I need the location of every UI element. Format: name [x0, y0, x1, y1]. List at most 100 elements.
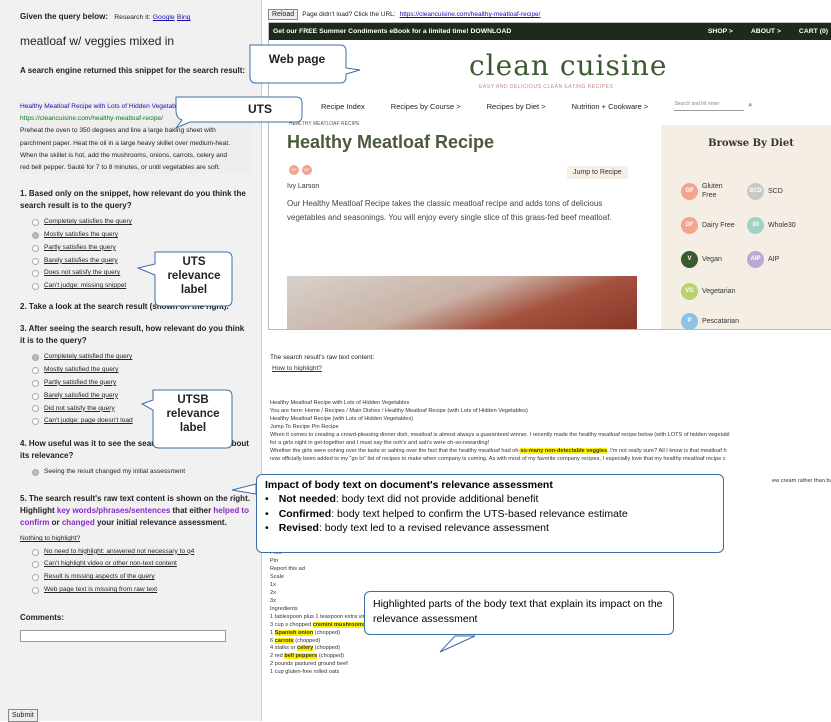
radio-button[interactable]	[32, 418, 39, 426]
google-link[interactable]: Google	[153, 14, 175, 21]
diet-badge-icon: P	[681, 313, 698, 329]
radio-button-selected[interactable]	[32, 354, 39, 362]
jump-to-recipe-button[interactable]: Jump to Recipe	[567, 166, 628, 179]
radio-button[interactable]	[32, 379, 39, 387]
radio-button-selected[interactable]	[32, 469, 39, 477]
highlighted-phrase: Spanish onion	[274, 629, 314, 636]
radio-button[interactable]	[32, 561, 39, 569]
promo-banner: Get our FREE Summer Condiments eBook for…	[269, 23, 831, 40]
diet-badge-icon: VG	[681, 283, 698, 300]
raw-text-label: The search result's raw text content:	[270, 354, 375, 361]
raw-line: Report this ad	[270, 566, 305, 573]
shop-link[interactable]: SHOP >	[708, 28, 733, 35]
diet-dairy-free[interactable]: DF Dairy Free	[681, 217, 735, 234]
diet-label: AIP	[768, 256, 780, 263]
radio-button[interactable]	[32, 392, 39, 400]
radio-button[interactable]	[32, 405, 39, 413]
diet-badge-icon: AIP	[747, 251, 764, 268]
highlighted-phrase: carrots	[274, 637, 294, 644]
comments-label: Comments:	[20, 612, 65, 622]
snippet-line: red bell pepper. Sauté for 7 to 8 minute…	[20, 163, 221, 171]
radio-button-selected[interactable]	[32, 231, 39, 239]
highlighted-phrase: celery	[297, 645, 314, 652]
nav-recipes-by-diet[interactable]: Recipes by Diet >	[487, 102, 546, 111]
diet-label: Pescatarian	[702, 318, 739, 325]
q3-option[interactable]: Mostly satisfied the query	[20, 364, 251, 377]
how-to-highlight-link[interactable]: How to highlight?	[272, 365, 322, 372]
q5-keywords: key words/phrases/sentences	[56, 506, 171, 516]
diet-whole30[interactable]: 30 Whole30	[747, 217, 796, 234]
gluten-free-tag[interactable]: GF	[289, 165, 299, 175]
search-icon[interactable]: ⌕	[748, 102, 752, 110]
recipe-title: Healthy Meatloaf Recipe	[287, 132, 495, 152]
q4-option[interactable]: Seeing the result changed my initial ass…	[20, 466, 251, 479]
given-query-line: Given the query below: Research it: Goog…	[20, 12, 251, 23]
q1-option[interactable]: Mostly satisfies the query	[20, 229, 251, 242]
impact-item: • Not needed: body text did not provide a…	[265, 493, 539, 506]
nav-recipes-by-course[interactable]: Recipes by Course >	[391, 102, 461, 111]
q5-options: No need to highlight: answered not neces…	[20, 546, 251, 597]
diet-gluten-free[interactable]: GF Gluten Free	[681, 183, 732, 200]
snippet-title[interactable]: Healthy Meatloaf Recipe with Lots of Hid…	[20, 101, 251, 113]
q3-option[interactable]: Completely satisfied the query	[20, 351, 251, 364]
given-label: Given the query below:	[20, 12, 109, 21]
diet-pescatarian[interactable]: P Pescatarian	[681, 313, 739, 329]
about-link[interactable]: ABOUT >	[751, 28, 781, 35]
submit-button[interactable]: Submit	[8, 709, 38, 722]
q5-option[interactable]: No need to highlight: answered not neces…	[20, 546, 251, 559]
radio-button[interactable]	[32, 587, 39, 595]
diet-vegan[interactable]: V Vegan	[681, 251, 722, 268]
nav-nutrition-cookware[interactable]: Nutrition + Cookware >	[572, 102, 649, 111]
raw-line: for a girls night in get-together and I …	[270, 439, 490, 446]
browse-title: Browse By Diet	[708, 138, 794, 149]
author-name[interactable]: Ivy Larson	[287, 183, 319, 190]
q3-option[interactable]: Partly satisfied the query	[20, 377, 251, 390]
diet-label: Dairy Free	[702, 222, 735, 229]
result-url-link[interactable]: https://cleancuisine.com/healthy-meatloa…	[400, 11, 541, 18]
diet-scd[interactable]: SCD SCD	[747, 183, 783, 200]
diet-badge-icon: SCD	[747, 183, 764, 200]
ingredient-line: 2 pounds pastured ground beef	[270, 661, 348, 668]
promo-text[interactable]: Get our FREE Summer Condiments eBook for…	[273, 28, 511, 35]
radio-button[interactable]	[32, 574, 39, 582]
radio-button[interactable]	[32, 219, 39, 227]
q1-option[interactable]: Partly satisfies the query	[20, 242, 251, 255]
question-2: 2. Take a look at the search result (sho…	[20, 302, 229, 312]
radio-button[interactable]	[32, 283, 39, 291]
question-3: 3. After seeing the search result, how r…	[20, 324, 245, 346]
query-text: meatloaf w/ veggies mixed in	[20, 33, 175, 48]
diet-label: Vegan	[702, 256, 722, 263]
diet-label: Gluten Free	[702, 183, 723, 199]
diet-tags: GF DF	[289, 165, 312, 175]
q5-option[interactable]: Can't highlight video or other non-text …	[20, 558, 251, 571]
q1-option[interactable]: Completely satisfies the query	[20, 216, 251, 229]
uts-callout: UTS	[248, 102, 272, 116]
radio-button[interactable]	[32, 366, 39, 374]
radio-button[interactable]	[32, 244, 39, 252]
diet-badge-icon: GF	[681, 183, 698, 200]
highlighted-phrase: bell peppers	[284, 653, 318, 660]
highlight-callout: Highlighted parts of the body text that …	[364, 591, 674, 635]
raw-line: now officially been added to my "go to" …	[270, 455, 726, 462]
impact-item: • Revised: body text led to a revised rel…	[265, 521, 549, 534]
raw-line: Healthy Meatloaf Recipe with Lots of Hid…	[270, 400, 410, 406]
q5-option[interactable]: Result is missing aspects of the query	[20, 571, 251, 584]
webpage-frame[interactable]: Get our FREE Summer Condiments eBook for…	[268, 22, 831, 330]
bing-link[interactable]: Bing	[177, 14, 191, 21]
site-logo[interactable]: clean cuisine	[469, 49, 667, 82]
nothing-to-highlight-link[interactable]: Nothing to highlight?	[20, 533, 251, 546]
diet-badge-icon: DF	[681, 217, 698, 234]
cart-link[interactable]: CART (0)	[799, 28, 828, 35]
reload-button[interactable]: Reload	[268, 9, 299, 20]
q5-option[interactable]: Web page text is missing from raw text	[20, 584, 251, 597]
site-search-input[interactable]: Search and hit enter	[674, 101, 745, 111]
radio-button[interactable]	[32, 548, 39, 556]
q5-changed: changed	[61, 518, 95, 528]
radio-button[interactable]	[32, 270, 39, 278]
radio-button[interactable]	[32, 257, 39, 265]
comments-input[interactable]	[20, 629, 226, 642]
diet-aip[interactable]: AIP AIP	[747, 251, 779, 268]
dairy-free-tag[interactable]: DF	[302, 165, 312, 175]
diet-vegetarian[interactable]: VG Vegetarian	[681, 283, 735, 300]
nav-recipe-index[interactable]: Recipe Index	[321, 102, 365, 111]
